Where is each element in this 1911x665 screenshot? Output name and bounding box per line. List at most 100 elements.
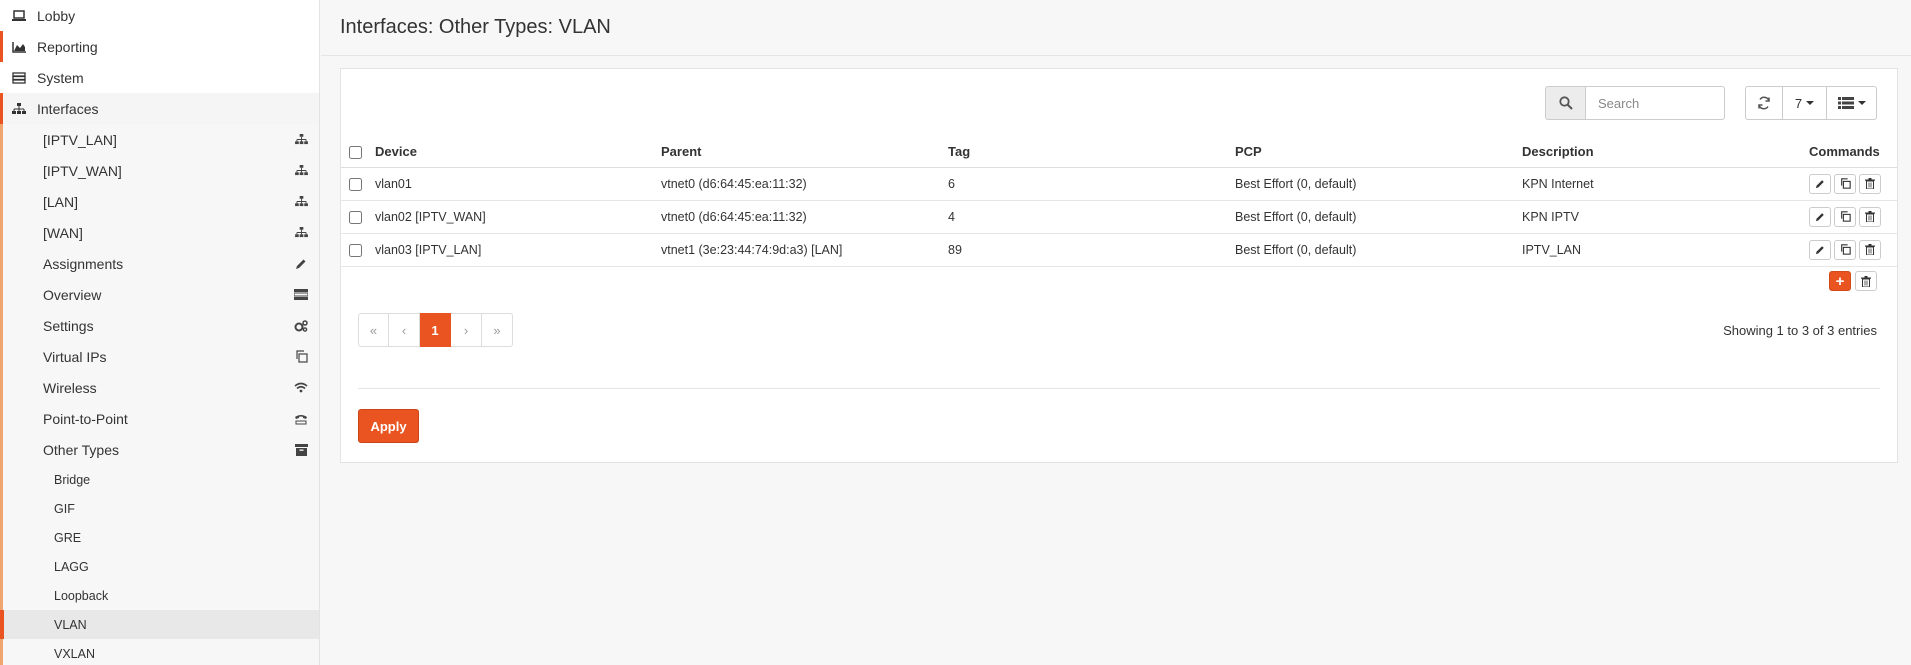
clone-icon [1840, 211, 1851, 222]
search-icon[interactable] [1545, 86, 1585, 120]
caret-down-icon [1806, 101, 1815, 105]
nav-vlan[interactable]: VLAN [0, 610, 319, 639]
col-description[interactable]: Description [1514, 137, 1801, 168]
col-device[interactable]: Device [367, 137, 653, 168]
clone-button[interactable] [1834, 239, 1856, 260]
page-header: Interfaces: Other Types: VLAN [321, 0, 1911, 56]
nav-vxlan[interactable]: VXLAN [3, 639, 319, 665]
clone-icon [293, 349, 309, 365]
nav-iptv-wan[interactable]: [IPTV_WAN] [3, 155, 319, 186]
nav-lan[interactable]: [LAN] [3, 186, 319, 217]
pencil-icon [1815, 212, 1824, 221]
edit-button[interactable] [1809, 239, 1831, 260]
grid-actions: 7 [1745, 86, 1877, 120]
page-size-dropdown[interactable]: 7 [1783, 86, 1827, 120]
nav-reporting[interactable]: Reporting [0, 31, 319, 62]
cell-pcp: Best Effort (0, default) [1227, 200, 1514, 234]
col-pcp[interactable]: PCP [1227, 137, 1514, 168]
col-tag[interactable]: Tag [940, 137, 1227, 168]
vlan-panel: 7 Device Parent Tag PCP Description [340, 68, 1898, 463]
trash-icon [1865, 178, 1875, 189]
nav-virtual-ips[interactable]: Virtual IPs [3, 341, 319, 372]
wifi-icon [293, 380, 309, 396]
archive-icon [293, 442, 309, 458]
first-page-button[interactable]: « [358, 313, 389, 347]
pencil-icon [1815, 245, 1824, 254]
nav-gre[interactable]: GRE [3, 523, 319, 552]
caret-down-icon [1857, 101, 1866, 105]
table-row: vlan02 [IPTV_WAN] vtnet0 (d6:64:45:ea:11… [341, 200, 1897, 234]
row-checkbox[interactable] [349, 210, 362, 224]
cell-device: vlan02 [IPTV_WAN] [367, 200, 653, 234]
bulk-actions: + [1829, 271, 1877, 291]
nav-lagg[interactable]: LAGG [3, 552, 319, 581]
divider [358, 388, 1880, 389]
tasks-icon [293, 287, 309, 303]
nav-gif[interactable]: GIF [3, 494, 319, 523]
delete-button[interactable] [1859, 206, 1881, 227]
edit-button[interactable] [1809, 206, 1831, 227]
search-input[interactable] [1585, 86, 1725, 120]
laptop-icon [11, 8, 27, 24]
add-button[interactable]: + [1829, 271, 1851, 291]
cell-description: KPN Internet [1514, 167, 1801, 201]
sidebar: Lobby Reporting System Interfaces [IPTV_… [0, 0, 320, 665]
cell-commands [1801, 200, 1897, 234]
search-group [1545, 86, 1725, 120]
cell-device: vlan03 [IPTV_LAN] [367, 233, 653, 267]
nav-loopback[interactable]: Loopback [3, 581, 319, 610]
col-parent[interactable]: Parent [653, 137, 940, 168]
nav-point-to-point[interactable]: Point-to-Point [3, 403, 319, 434]
vlan-table: Device Parent Tag PCP Description Comman… [341, 137, 1897, 267]
cell-parent: vtnet0 (d6:64:45:ea:11:32) [653, 200, 940, 234]
server-icon [11, 70, 27, 86]
cell-description: KPN IPTV [1514, 200, 1801, 234]
column-selection-dropdown[interactable] [1827, 86, 1877, 120]
sitemap-icon [293, 163, 309, 179]
last-page-button[interactable]: » [482, 313, 513, 347]
trash-icon [1865, 211, 1875, 222]
cell-tag: 6 [940, 167, 1227, 201]
trash-icon [1861, 275, 1871, 287]
nav-settings[interactable]: Settings [3, 310, 319, 341]
prev-page-button[interactable]: ‹ [389, 313, 420, 347]
table-header-row: Device Parent Tag PCP Description Comman… [341, 137, 1897, 168]
clone-button[interactable] [1834, 173, 1856, 194]
nav-other-types[interactable]: Other Types [3, 434, 319, 465]
refresh-button[interactable] [1745, 86, 1783, 120]
cell-parent: vtnet1 (3e:23:44:74:9d:a3) [LAN] [653, 233, 940, 267]
cell-device: vlan01 [367, 167, 653, 201]
delete-button[interactable] [1859, 173, 1881, 194]
nav-bridge[interactable]: Bridge [3, 465, 319, 494]
nav-interfaces[interactable]: Interfaces [0, 93, 319, 124]
row-checkbox[interactable] [349, 177, 362, 191]
nav-system[interactable]: System [0, 62, 319, 93]
cogs-icon [293, 318, 309, 334]
next-page-button[interactable]: › [451, 313, 482, 347]
cell-tag: 89 [940, 233, 1227, 267]
apply-button[interactable]: Apply [358, 409, 419, 443]
select-all-checkbox[interactable] [349, 146, 362, 160]
interfaces-submenu: [IPTV_LAN] [IPTV_WAN] [LAN] [WAN] Assign… [0, 124, 319, 665]
cell-description: IPTV_LAN [1514, 233, 1801, 267]
delete-button[interactable] [1859, 239, 1881, 260]
cell-pcp: Best Effort (0, default) [1227, 167, 1514, 201]
sitemap-icon [293, 225, 309, 241]
row-checkbox[interactable] [349, 243, 362, 257]
nav-iptv-lan[interactable]: [IPTV_LAN] [3, 124, 319, 155]
page-1-button[interactable]: 1 [420, 313, 451, 347]
nav-lobby[interactable]: Lobby [0, 0, 319, 31]
pagination-info: Showing 1 to 3 of 3 entries [1723, 323, 1877, 338]
nav-wireless[interactable]: Wireless [3, 372, 319, 403]
nav-wan[interactable]: [WAN] [3, 217, 319, 248]
pagination: « ‹ 1 › » [358, 313, 513, 347]
pencil-icon [1815, 179, 1824, 188]
nav-overview[interactable]: Overview [3, 279, 319, 310]
delete-selected-button[interactable] [1855, 271, 1877, 291]
refresh-icon [1757, 96, 1771, 110]
table-row: vlan03 [IPTV_LAN] vtnet1 (3e:23:44:74:9d… [341, 233, 1897, 267]
clone-button[interactable] [1834, 206, 1856, 227]
edit-button[interactable] [1809, 173, 1831, 194]
table-row: vlan01 vtnet0 (d6:64:45:ea:11:32) 6 Best… [341, 167, 1897, 201]
nav-assignments[interactable]: Assignments [3, 248, 319, 279]
